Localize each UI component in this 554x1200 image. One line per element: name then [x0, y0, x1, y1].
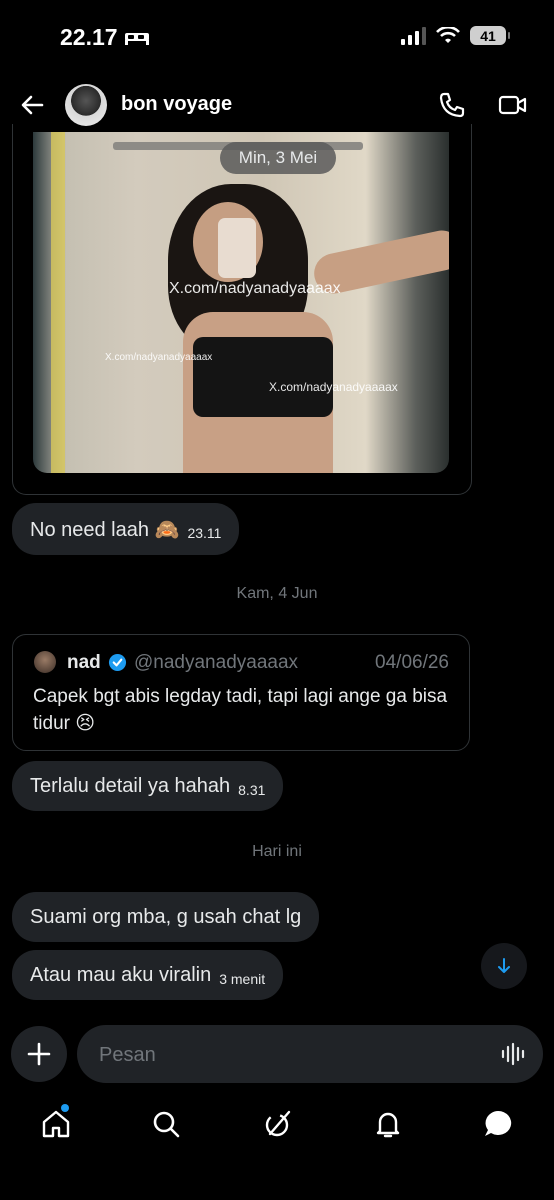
date-pill: Min, 3 Mei	[220, 142, 336, 174]
avatar[interactable]	[65, 84, 107, 126]
notification-dot	[61, 1104, 69, 1112]
watermark-text: X.com/nadyanadyaaaax	[105, 352, 213, 363]
message-text: Terlalu detail ya hahah	[30, 774, 231, 797]
bell-icon[interactable]	[372, 1108, 404, 1140]
arrow-down-icon	[498, 958, 510, 973]
message-time: 3 menit	[219, 971, 266, 987]
quoted-post-date: 04/06/26	[375, 652, 449, 673]
battery-level: 41	[480, 27, 496, 44]
date-separator: Kam, 4 Jun	[236, 585, 318, 602]
quoted-post-card[interactable]: nad @nadyanadyaaaax 04/06/26 Capek bgt a…	[12, 634, 470, 751]
status-bar: 22.17 41	[0, 0, 554, 70]
date-separator: Hari ini	[252, 843, 302, 860]
message-bubble[interactable]: Suami org mba, g usah chat lg	[12, 892, 320, 942]
message-time: 8.31	[238, 782, 266, 798]
conversation-title[interactable]: bon voyage	[121, 93, 232, 116]
phone-icon[interactable]	[437, 90, 467, 120]
status-time: 22.17	[60, 24, 150, 51]
avatar	[34, 651, 56, 673]
search-icon[interactable]	[150, 1108, 182, 1140]
message-bubble[interactable]: Terlalu detail ya hahah 8.31	[12, 761, 284, 811]
add-attachment-button[interactable]	[11, 1026, 67, 1082]
status-time-text: 22.17	[60, 24, 118, 50]
wifi-icon	[436, 26, 460, 43]
message-input[interactable]	[97, 1025, 481, 1085]
message-input-container	[77, 1025, 543, 1085]
arrow-left-icon[interactable]	[18, 91, 46, 119]
message-text: Atau mau aku viralin	[30, 963, 212, 986]
quoted-post-name: nad	[67, 652, 101, 673]
home-icon[interactable]	[40, 1108, 72, 1140]
watermark-text: X.com/nadyanadyaaaax	[269, 380, 398, 394]
media-message-image[interactable]: X.com/nadyanadyaaaax X.com/nadyanadyaaaa…	[33, 132, 449, 473]
bottom-nav	[0, 1100, 554, 1150]
message-text: Suami org mba, g usah chat lg	[30, 905, 302, 928]
signal-icon	[401, 26, 426, 45]
verified-badge-icon	[108, 653, 127, 672]
quoted-post-handle: @nadyanadyaaaax	[134, 652, 299, 673]
messages-icon[interactable]	[482, 1108, 514, 1140]
waveform-icon[interactable]	[501, 1042, 527, 1066]
plus-icon	[27, 1042, 51, 1066]
battery-icon: 41	[470, 26, 510, 45]
status-right: 41	[401, 26, 510, 45]
scroll-to-bottom-button[interactable]	[481, 943, 527, 989]
grok-icon[interactable]	[262, 1108, 294, 1140]
message-bubble[interactable]: No need laah 🙈 23.11	[12, 503, 240, 555]
bed-icon	[124, 32, 149, 45]
message-time: 23.11	[187, 525, 222, 541]
video-icon[interactable]	[498, 90, 528, 120]
message-bubble[interactable]: Atau mau aku viralin 3 menit	[12, 950, 284, 1000]
message-text: No need laah 🙈	[30, 518, 180, 541]
quoted-post-text: Capek bgt abis legday tadi, tapi lagi an…	[33, 686, 448, 734]
watermark-text: X.com/nadyanadyaaaax	[169, 280, 341, 297]
